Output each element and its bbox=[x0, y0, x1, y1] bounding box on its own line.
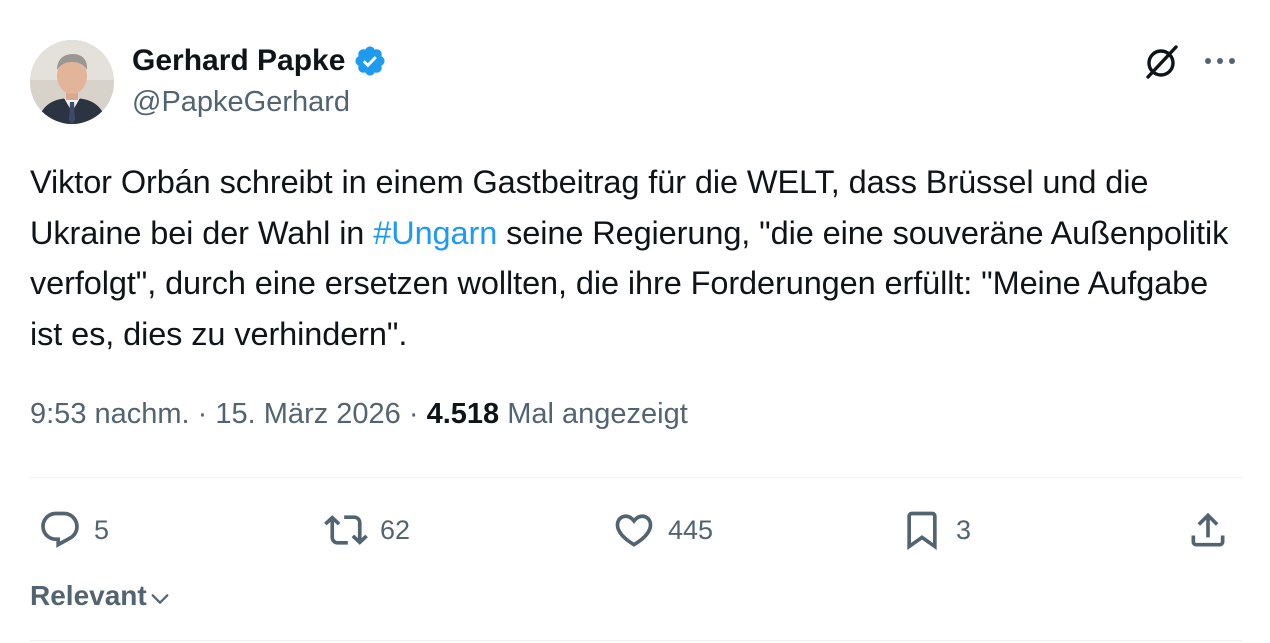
views-label: Mal angezeigt bbox=[507, 398, 688, 430]
sort-dropdown[interactable]: Relevant bbox=[30, 580, 171, 612]
avatar[interactable] bbox=[30, 40, 114, 124]
author-handle[interactable]: @PapkeGerhard bbox=[132, 86, 350, 119]
meta-separator: · bbox=[197, 398, 208, 430]
like-count: 445 bbox=[668, 514, 714, 545]
bookmark-button[interactable]: 3 bbox=[900, 506, 971, 554]
bookmark-icon bbox=[907, 511, 937, 551]
author-display-name[interactable]: Gerhard Papke bbox=[132, 44, 345, 78]
verified-badge-icon[interactable] bbox=[353, 44, 387, 78]
tweet-text: Viktor Orbán schreibt in einem Gastbeitr… bbox=[30, 157, 1245, 360]
repost-count: 62 bbox=[380, 514, 411, 545]
more-icon[interactable] bbox=[1200, 46, 1240, 76]
reply-button[interactable]: 5 bbox=[38, 506, 109, 554]
grok-icon[interactable] bbox=[1142, 42, 1182, 82]
like-button[interactable]: 445 bbox=[612, 506, 713, 554]
bookmark-count: 3 bbox=[956, 514, 972, 545]
reply-icon bbox=[41, 511, 79, 548]
divider bbox=[30, 640, 1242, 641]
chevron-down-icon bbox=[151, 594, 169, 604]
meta-separator: · bbox=[408, 398, 419, 430]
avatar-image bbox=[30, 40, 114, 124]
divider bbox=[30, 477, 1242, 478]
reply-count: 5 bbox=[94, 514, 110, 545]
views-count: 4.518 bbox=[426, 398, 500, 430]
repost-button[interactable]: 62 bbox=[324, 506, 410, 554]
tweet-detail: Gerhard Papke @PapkeGerhard Viktor Orbán… bbox=[0, 0, 1270, 643]
tweet-meta: 9:53 nachm. · 15. März 2026 · 4.518 Mal … bbox=[30, 398, 688, 431]
tweet-date[interactable]: 15. März 2026 bbox=[215, 398, 400, 430]
tweet-time[interactable]: 9:53 nachm. bbox=[30, 398, 190, 430]
author-name-row: Gerhard Papke bbox=[132, 42, 387, 80]
repost-icon bbox=[324, 515, 368, 545]
like-icon bbox=[615, 514, 653, 547]
share-button[interactable] bbox=[1186, 506, 1230, 554]
hashtag-link[interactable]: #Ungarn bbox=[373, 215, 497, 251]
share-icon bbox=[1191, 512, 1225, 547]
sort-label: Relevant bbox=[30, 580, 147, 611]
